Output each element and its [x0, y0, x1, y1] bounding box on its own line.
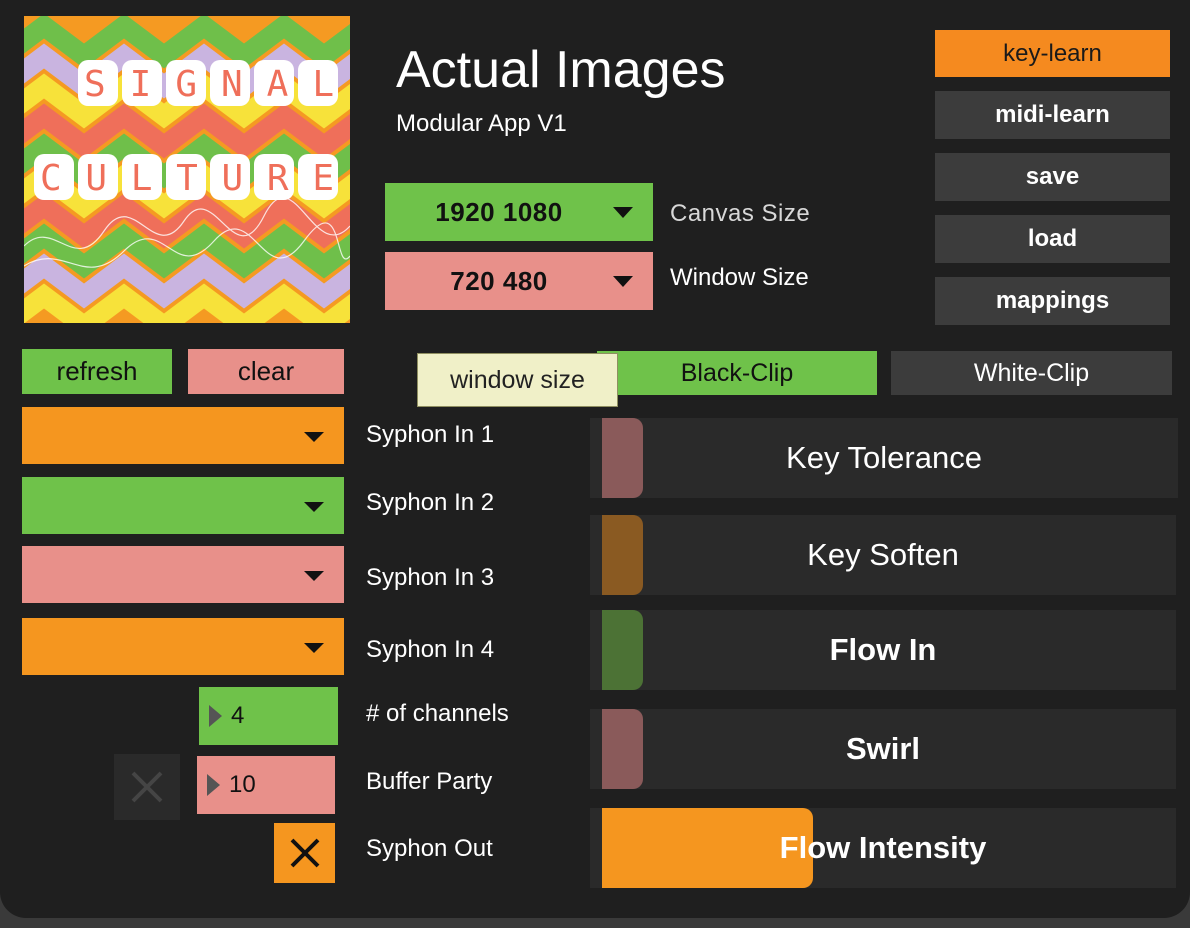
swirl-slider[interactable]: Swirl [590, 709, 1176, 789]
syphon-out-toggle[interactable] [274, 823, 335, 883]
syphon-in-1-label: Syphon In 1 [366, 421, 495, 448]
save-button[interactable]: save [935, 153, 1170, 201]
syphon-in-4-label: Syphon In 4 [366, 636, 495, 663]
slider-label: Swirl [845, 731, 921, 766]
canvas-size-value: 1920 1080 [435, 196, 563, 227]
syphon-in-2-dropdown[interactable] [22, 477, 344, 534]
window-size-tooltip: window size [417, 353, 618, 407]
syphon-in-2-label: Syphon In 2 [366, 489, 495, 516]
canvas-size-label: Canvas Size [670, 200, 811, 227]
triangle-right-icon [209, 705, 222, 727]
buffer-party-toggle[interactable] [114, 754, 180, 820]
chevron-down-icon [304, 501, 324, 512]
mappings-button[interactable]: mappings [935, 277, 1170, 325]
chevron-down-icon [304, 431, 324, 442]
chevron-down-icon [304, 642, 324, 653]
syphon-in-3-label: Syphon In 3 [366, 564, 495, 591]
window-size-dropdown[interactable]: 720 480 [385, 252, 653, 310]
flow-in-slider[interactable]: Flow In [590, 610, 1176, 690]
white-clip-toggle[interactable]: White-Clip [891, 351, 1172, 395]
clear-button[interactable]: clear [188, 349, 344, 394]
key-soften-slider[interactable]: Key Soften [590, 515, 1176, 595]
black-clip-toggle[interactable]: Black-Clip [597, 351, 877, 395]
window-size-value: 720 480 [450, 265, 548, 296]
window-size-label: Window Size [670, 264, 809, 291]
refresh-button[interactable]: refresh [22, 349, 172, 394]
slider-label: Key Tolerance [786, 440, 982, 475]
channels-label: # of channels [366, 700, 509, 727]
flow-intensity-slider[interactable]: Flow Intensity [590, 808, 1176, 888]
key-learn-button[interactable]: key-learn [935, 30, 1170, 77]
triangle-right-icon [207, 774, 220, 796]
syphon-in-1-dropdown[interactable] [22, 407, 344, 464]
chevron-down-icon [613, 207, 633, 219]
chevron-down-icon [613, 276, 633, 288]
slider-label: Flow Intensity [779, 830, 987, 865]
syphon-in-4-dropdown[interactable] [22, 618, 344, 675]
app-title: Actual Images [396, 41, 726, 99]
syphon-in-3-dropdown[interactable] [22, 546, 344, 603]
signal-culture-logo: SIGNAL CULTURE [24, 16, 350, 323]
midi-learn-button[interactable]: midi-learn [935, 91, 1170, 139]
buffer-party-number-box[interactable]: 10 [197, 756, 335, 814]
app-subtitle: Modular App V1 [396, 110, 567, 137]
slider-label: Flow In [829, 632, 937, 667]
app-window: SIGNAL CULTURE Actual Images Modular App… [0, 0, 1190, 918]
channels-number-box[interactable]: 4 [199, 687, 338, 745]
buffer-party-label: Buffer Party [366, 768, 493, 795]
channels-value: 4 [231, 702, 245, 729]
syphon-out-label: Syphon Out [366, 835, 493, 862]
x-icon [290, 838, 319, 868]
slider-label: Key Soften [807, 537, 959, 572]
chevron-down-icon [304, 570, 324, 581]
load-button[interactable]: load [935, 215, 1170, 263]
canvas-size-dropdown[interactable]: 1920 1080 [385, 183, 653, 241]
x-icon [131, 771, 163, 803]
buffer-party-value: 10 [229, 771, 256, 798]
key-tolerance-slider[interactable]: Key Tolerance [590, 418, 1178, 498]
